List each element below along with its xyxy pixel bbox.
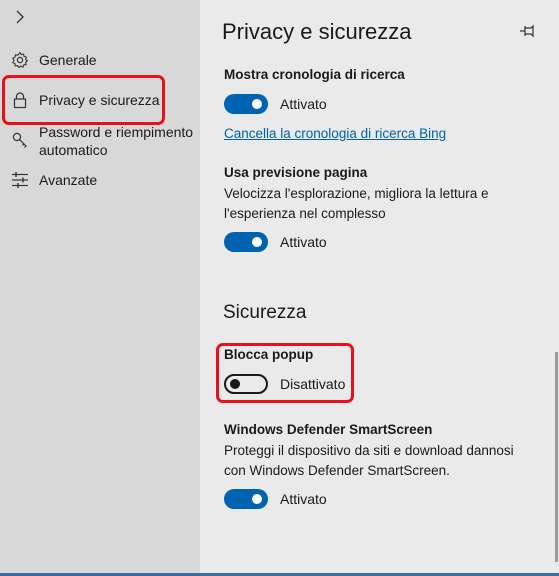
toggle-knob: [252, 494, 262, 504]
page-prediction-toggle[interactable]: [224, 232, 268, 252]
sidebar-item-privacy[interactable]: Privacy e sicurezza: [0, 90, 200, 110]
toggle-knob: [252, 99, 262, 109]
scrollbar[interactable]: [555, 352, 558, 562]
toggle-knob: [230, 379, 240, 389]
block-popups-state: Disattivato: [280, 376, 346, 392]
gear-icon: [12, 51, 28, 69]
page-title: Privacy e sicurezza: [222, 19, 412, 44]
sliders-icon: [12, 172, 28, 188]
security-section-title: Sicurezza: [223, 302, 307, 323]
page-prediction-state: Attivato: [280, 234, 327, 250]
chevron-right-icon[interactable]: [12, 9, 28, 25]
sidebar-item-label: Avanzate: [39, 172, 98, 188]
sidebar-item-label: Password e riempimento automatico: [39, 124, 194, 158]
sidebar-item-password[interactable]: Password e riempimento automatico: [0, 122, 200, 162]
key-icon: [12, 132, 27, 148]
pin-icon[interactable]: [519, 23, 537, 39]
settings-panel: Privacy e sicurezza Mostra cronologia di…: [200, 0, 559, 576]
settings-sidebar: Generale Privacy e sicurezza Password e …: [0, 0, 200, 576]
page-prediction-description: Velocizza l'esplorazione, migliora la le…: [224, 186, 489, 221]
block-popups-toggle[interactable]: [224, 374, 268, 394]
toggle-knob: [252, 237, 262, 247]
smartscreen-title: Windows Defender SmartScreen: [224, 422, 433, 437]
clear-bing-history-link[interactable]: Cancella la cronologia di ricerca Bing: [224, 126, 446, 141]
page-prediction-title: Usa previsione pagina: [224, 165, 368, 180]
block-popups-title: Blocca popup: [224, 347, 314, 362]
sidebar-item-label: Generale: [39, 52, 97, 68]
sidebar-item-avanzate[interactable]: Avanzate: [0, 170, 200, 190]
smartscreen-toggle[interactable]: [224, 489, 268, 509]
search-history-toggle[interactable]: [224, 94, 268, 114]
lock-icon: [13, 92, 27, 109]
search-history-state: Attivato: [280, 96, 327, 112]
sidebar-item-label: Privacy e sicurezza: [39, 92, 160, 108]
search-history-title: Mostra cronologia di ricerca: [224, 67, 405, 82]
sidebar-item-generale[interactable]: Generale: [0, 50, 200, 70]
smartscreen-state: Attivato: [280, 491, 327, 507]
smartscreen-description: Proteggi il dispositivo da siti e downlo…: [224, 443, 514, 478]
